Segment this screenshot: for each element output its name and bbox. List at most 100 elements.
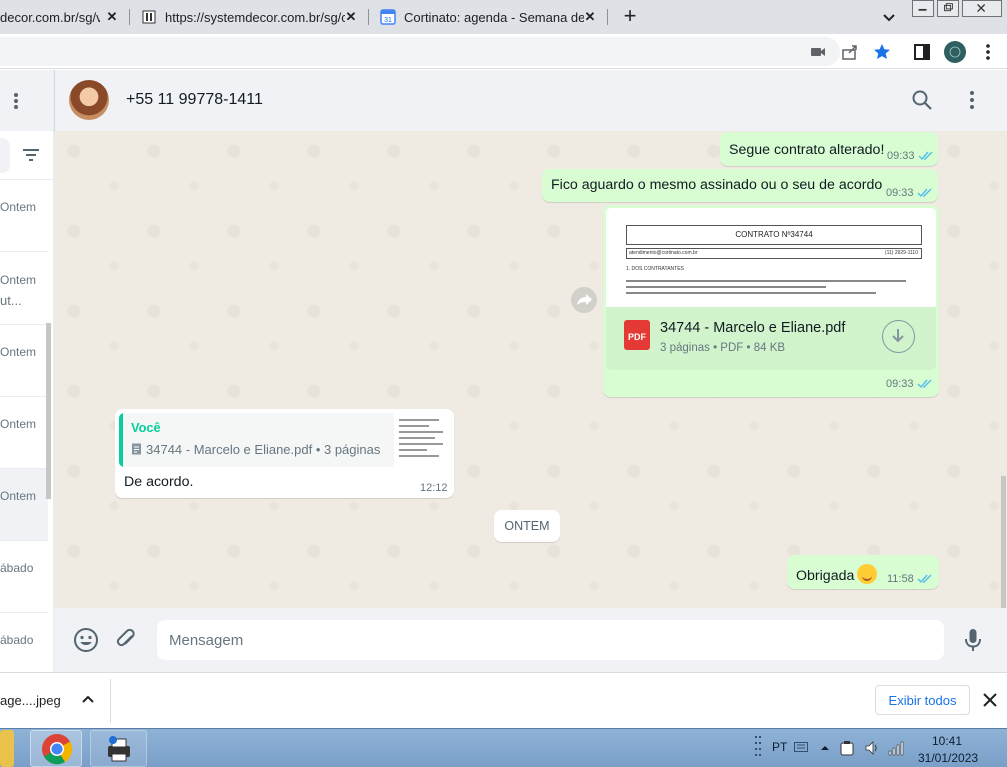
video-camera-icon[interactable] — [808, 42, 828, 62]
message-meta: 09:33 — [887, 150, 934, 162]
document-preview[interactable]: CONTRATO Nº34744 atendimento@cortinato.c… — [606, 208, 936, 307]
address-bar[interactable] — [0, 37, 840, 66]
tab-search-dropdown-icon[interactable] — [880, 8, 898, 26]
restore-button[interactable] — [937, 0, 959, 17]
quote-document-label: 34744 - Marcelo e Eliane.pdf • 3 páginas — [146, 442, 381, 457]
browser-tab-bar: decor.com.br/sg/v ✕ https://systemdecor.… — [0, 0, 1007, 34]
show-all-downloads-button[interactable]: Exibir todos — [875, 685, 970, 715]
chat-menu-icon[interactable] — [960, 88, 984, 112]
contact-avatar[interactable] — [69, 80, 109, 120]
chat-search-bar — [0, 131, 53, 180]
svg-text:31: 31 — [384, 17, 392, 24]
tab-separator — [368, 9, 369, 25]
chat-list-item-selected[interactable]: Ontem — [0, 469, 48, 541]
smiling-emoji-icon — [857, 564, 878, 584]
chevron-up-icon[interactable] — [80, 691, 96, 707]
tab-separator — [607, 9, 608, 25]
chat-list-item[interactable]: ábado — [0, 613, 48, 672]
read-ticks-icon — [917, 379, 932, 389]
chat-list-item[interactable]: Ontem — [0, 397, 48, 469]
close-window-button[interactable] — [962, 0, 1002, 17]
downloaded-file-name[interactable]: age....jpeg — [0, 693, 61, 708]
browser-tab[interactable]: decor.com.br/sg/v ✕ — [0, 0, 128, 34]
calendar-icon: 31 — [380, 9, 396, 25]
clock-date[interactable]: 31/01/2023 — [918, 751, 978, 765]
message-text: Fico aguardo o mesmo assinado ou o seu d… — [551, 177, 883, 193]
message-text: De acordo. — [124, 474, 194, 490]
read-ticks-icon — [918, 151, 933, 161]
power-icon[interactable] — [840, 740, 854, 756]
document-message-bubble[interactable]: CONTRATO Nº34744 atendimento@cortinato.c… — [603, 205, 939, 397]
side-panel-icon[interactable] — [912, 42, 932, 62]
document-icon — [132, 443, 141, 455]
favicon-icon — [142, 10, 156, 24]
chrome-icon — [42, 734, 73, 765]
read-ticks-icon — [917, 188, 932, 198]
chrome-taskbar-button[interactable] — [30, 730, 82, 767]
tab-title: https://systemdecor.com.br/sg/c — [165, 9, 345, 25]
download-arrow-icon — [892, 329, 904, 343]
chat-list-item[interactable]: Ontem — [0, 325, 48, 397]
printer-icon — [108, 736, 130, 762]
chat-search-input[interactable] — [0, 138, 10, 173]
message-time: 11:58 — [887, 573, 914, 585]
message-bubble-outgoing[interactable]: Fico aguardo o mesmo assinado ou o seu d… — [542, 169, 938, 202]
close-icon[interactable] — [981, 691, 999, 709]
new-tab-button[interactable]: + — [618, 4, 642, 28]
microphone-icon[interactable] — [960, 627, 986, 653]
preview-title: CONTRATO Nº34744 — [626, 225, 922, 245]
quoted-message[interactable]: Você 34744 - Marcelo e Eliane.pdf • 3 pá… — [119, 413, 450, 467]
chat-list-item[interactable]: ábado — [0, 541, 48, 613]
emoji-icon[interactable] — [73, 627, 99, 653]
message-time: 09:33 — [886, 187, 914, 199]
search-icon[interactable] — [910, 88, 934, 112]
chat-list-item[interactable]: Ontem — [0, 180, 48, 252]
preview-row-right: (11) 2929-1110 — [884, 250, 918, 256]
chat-list-item[interactable]: Ontem ut... — [0, 253, 48, 325]
menu-icon[interactable] — [8, 91, 24, 111]
browser-menu-icon[interactable] — [978, 42, 998, 62]
preview-text-line — [626, 292, 876, 294]
download-bar: age....jpeg Exibir todos — [0, 672, 1007, 728]
attach-clip-icon[interactable] — [114, 627, 140, 653]
quote-document: 34744 - Marcelo e Eliane.pdf • 3 páginas — [131, 442, 380, 457]
tab-close-icon[interactable]: ✕ — [343, 9, 359, 25]
document-file-row[interactable]: PDF 34744 - Marcelo e Eliane.pdf 3 págin… — [606, 307, 936, 370]
keyboard-icon[interactable] — [794, 742, 808, 752]
conversation-panel: Segue contrato alterado! 09:33 Fico agua… — [54, 131, 1007, 608]
document-name: 34744 - Marcelo e Eliane.pdf — [660, 320, 846, 336]
read-ticks-icon — [917, 574, 932, 584]
share-icon[interactable] — [840, 42, 860, 62]
filter-icon[interactable] — [22, 147, 40, 163]
chat-time: Ontem — [0, 200, 37, 214]
minimize-button[interactable] — [912, 0, 934, 17]
message-text-wrap: Obrigada — [796, 564, 878, 584]
tab-title: decor.com.br/sg/v — [0, 9, 100, 25]
preview-row: atendimento@cortinato.com.br (11) 2929-1… — [626, 248, 922, 259]
tab-close-icon[interactable]: ✕ — [582, 9, 598, 25]
document-info: 3 páginas • PDF • 84 KB — [660, 342, 786, 354]
network-icon[interactable] — [888, 740, 904, 756]
message-input[interactable] — [157, 620, 944, 660]
chat-list-scrollbar[interactable] — [46, 323, 51, 499]
chat-time: ábado — [0, 561, 34, 575]
clock-time[interactable]: 10:41 — [925, 734, 969, 748]
message-bubble-incoming[interactable]: Você 34744 - Marcelo e Eliane.pdf • 3 pá… — [115, 409, 454, 498]
download-button[interactable] — [882, 320, 915, 353]
show-hidden-icons-icon[interactable] — [820, 743, 830, 753]
input-language[interactable]: PT — [772, 740, 787, 754]
printer-taskbar-button[interactable] — [90, 730, 147, 767]
conversation-scrollbar[interactable] — [1001, 476, 1006, 608]
bookmark-star-icon[interactable] — [872, 42, 892, 62]
browser-tab[interactable]: 31 Cortinato: agenda - Semana de 2 ✕ — [370, 0, 606, 34]
contact-name[interactable]: +55 11 99778-1411 — [126, 91, 263, 109]
forward-button[interactable] — [571, 287, 597, 313]
volume-icon[interactable] — [864, 740, 880, 756]
file-explorer-taskbar-icon[interactable] — [0, 730, 14, 767]
message-bubble-outgoing[interactable]: Obrigada 11:58 — [787, 555, 939, 589]
pdf-file-icon: PDF — [624, 320, 650, 350]
browser-tab[interactable]: https://systemdecor.com.br/sg/c ✕ — [131, 0, 367, 34]
tab-close-icon[interactable]: ✕ — [104, 9, 120, 25]
profile-avatar[interactable] — [943, 40, 967, 64]
message-bubble-outgoing[interactable]: Segue contrato alterado! 09:33 — [720, 132, 938, 166]
